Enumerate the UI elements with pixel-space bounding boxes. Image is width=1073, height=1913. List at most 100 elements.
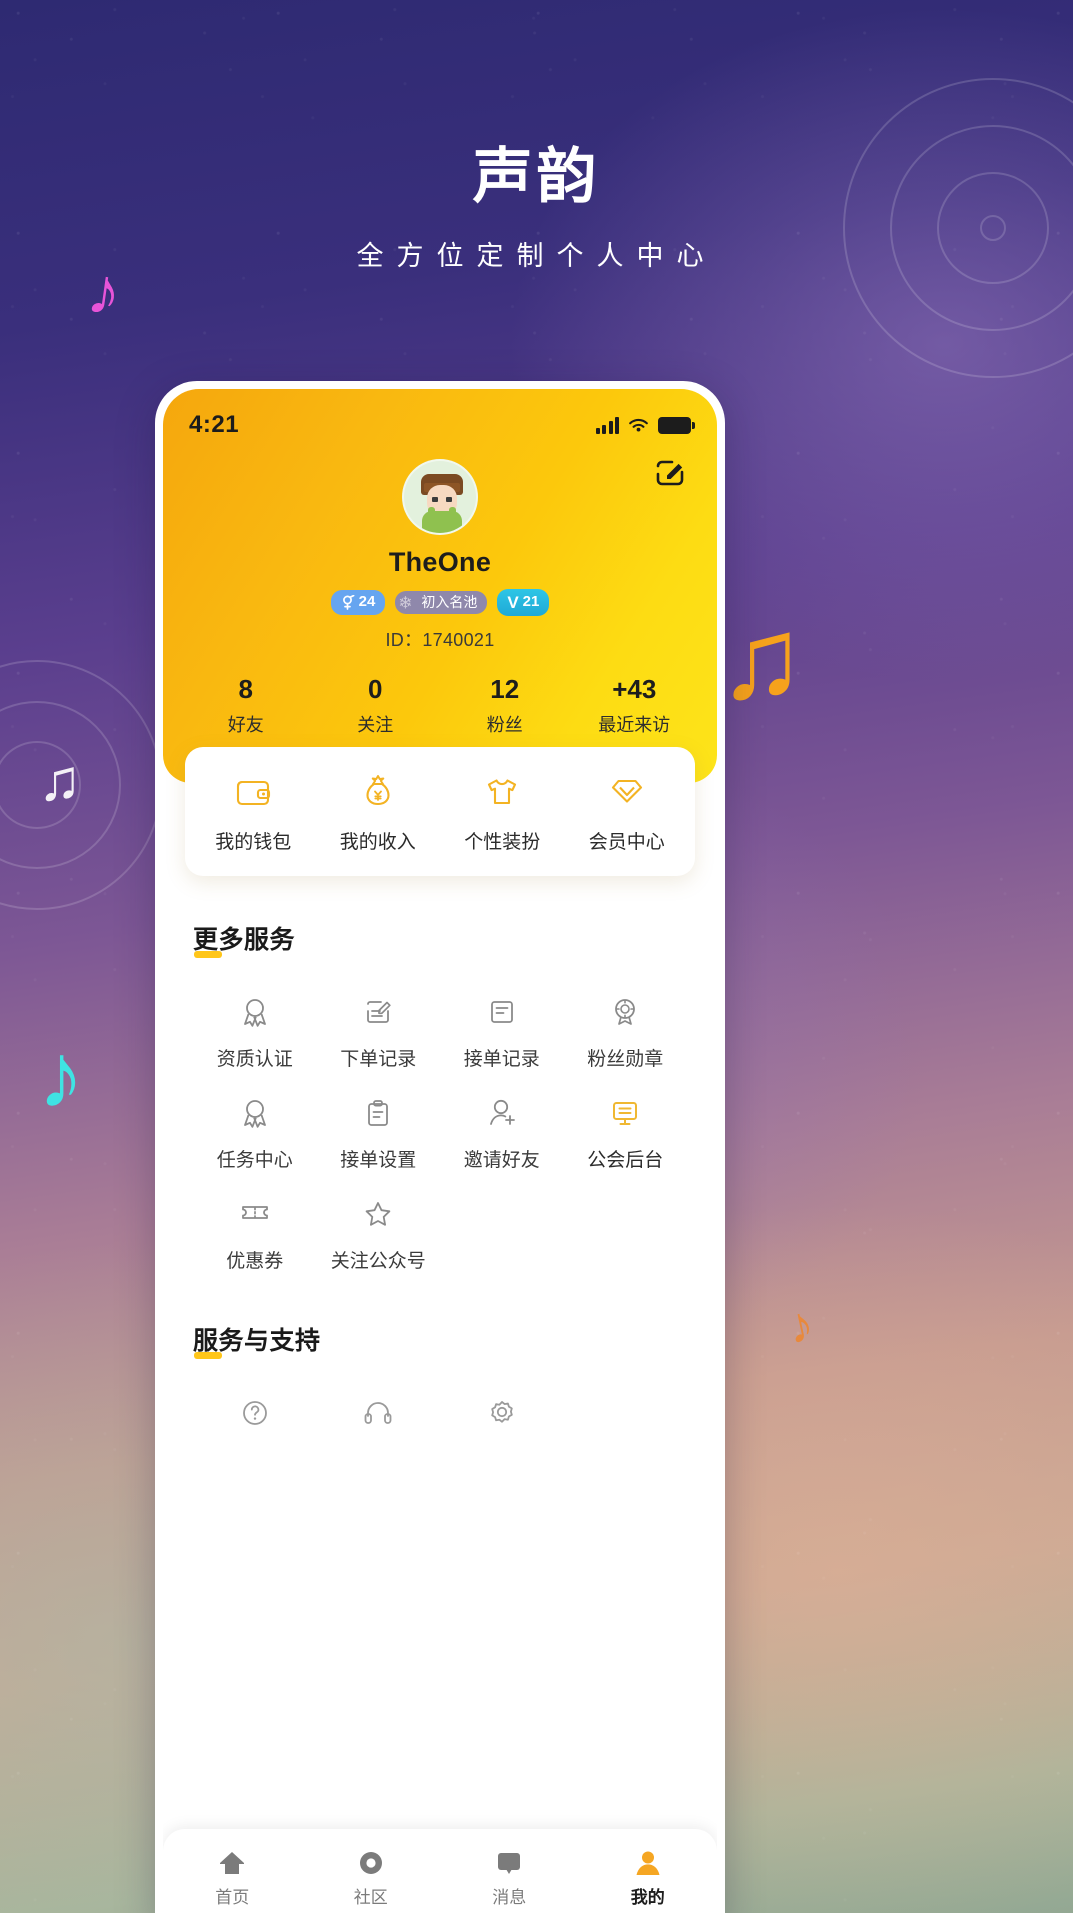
medal-icon [243,999,266,1027]
bottom-navbar: 首页 社区 消息 我的 [163,1829,717,1913]
headset-icon [364,1402,392,1425]
clipboard-icon [368,1100,389,1127]
edit-profile-icon[interactable] [653,455,687,489]
nav-item-label: 社区 [353,1888,388,1907]
avatar-body [422,507,462,533]
service-item-invite-friends[interactable]: 邀请好友 [440,1081,564,1176]
music-note-icon: ♪ [38,1025,84,1127]
support-item-help[interactable] [193,1381,317,1449]
nav-item-label: 消息 [492,1888,527,1907]
quick-action-label: 我的收入 [339,832,416,854]
stat-label: 关注 [357,715,394,736]
stat-fans[interactable]: 12 粉丝 [440,674,570,737]
support-title: 服务与支持 [193,1321,321,1360]
wifi-icon [629,418,648,431]
phone-screen: 4:21 TheOne 24 ❄ 初入名池 V 21 ID：1740021 8 … [163,389,717,1913]
message-icon [498,1853,521,1874]
avatar-eye [446,497,452,502]
title-badge[interactable]: ❄ 初入名池 [395,590,488,615]
service-item-label: 接单记录 [463,1049,540,1071]
quick-action-label: 我的钱包 [215,832,292,854]
title-badge-value: 初入名池 [421,593,478,610]
service-item-label: 接单设置 [340,1150,417,1172]
nav-item-label: 首页 [215,1888,250,1907]
user-id: ID：1740021 [385,630,495,651]
wallet-icon [237,781,271,806]
status-bar-time: 4:21 [189,411,240,438]
nav-item-profile[interactable]: 我的 [579,1848,718,1908]
stat-value: 8 [238,674,253,705]
service-item-label: 关注公众号 [330,1251,426,1273]
service-item-label: 邀请好友 [463,1150,540,1172]
money-bag-icon [366,775,390,806]
nav-item-home[interactable]: 首页 [163,1848,302,1908]
service-item-qualification[interactable]: 资质认证 [193,980,317,1075]
support-grid [193,1381,687,1449]
medal-icon [243,1100,266,1128]
quick-action-wallet[interactable]: 我的钱包 [191,773,316,854]
service-item-order-record[interactable]: 下单记录 [317,980,441,1075]
more-services-section: 更多服务 资质认证 下单记录 接单记录 粉丝勋章 任务中心 接单设置 邀请好友 … [163,876,717,1277]
quick-action-label: 会员中心 [588,832,665,854]
profile-icon [636,1851,660,1875]
username: TheOne [388,547,492,577]
promo-subtitle: 全方位定制个人中心 [356,241,717,271]
stat-following[interactable]: 0 关注 [311,674,441,737]
community-icon [359,1852,382,1874]
quick-action-dressup[interactable]: 个性装扮 [440,773,565,854]
service-item-task-center[interactable]: 任务中心 [193,1081,317,1176]
service-item-label: 下单记录 [340,1049,417,1071]
stat-recent-visitors[interactable]: +43 最近来访 [570,674,700,737]
badge-row: 24 ❄ 初入名池 V 21 [163,589,717,617]
gender-badge-value: 24 [358,593,376,611]
vip-badge-letter: V [507,593,519,612]
avatar-wrap [163,459,717,535]
stat-label: 最近来访 [598,715,671,736]
tshirt-icon [488,779,517,805]
phone-mockup: 4:21 TheOne 24 ❄ 初入名池 V 21 ID：1740021 8 … [155,381,725,1913]
service-item-follow-official[interactable]: 关注公众号 [317,1182,441,1277]
service-item-label: 粉丝勋章 [587,1049,664,1071]
service-item-fan-medal[interactable]: 粉丝勋章 [564,980,688,1075]
status-bar: 4:21 [163,389,717,439]
vip-badge[interactable]: V 21 [497,589,550,617]
stat-label: 粉丝 [486,715,523,736]
promo-title: 声韵 [472,143,601,210]
edit-document-icon [367,1001,391,1024]
vip-badge-value: 21 [522,593,540,611]
more-services-title: 更多服务 [193,920,295,959]
question-circle-icon [242,1401,267,1426]
quick-actions-card: 我的钱包 我的收入 个性装扮 会员中心 [185,747,695,877]
male-gender-icon [342,595,355,610]
service-item-coupon[interactable]: 优惠券 [193,1182,317,1277]
service-item-guild-backend[interactable]: 公会后台 [564,1081,688,1176]
music-note-icon: ♫ [38,748,82,813]
gender-badge[interactable]: 24 [330,590,386,615]
quick-action-label: 个性装扮 [464,832,541,854]
gear-icon [491,1401,513,1423]
service-item-label: 公会后台 [587,1150,664,1172]
add-person-icon [489,1100,515,1126]
nav-item-community[interactable]: 社区 [302,1848,441,1908]
star-icon [365,1202,391,1226]
support-item-service[interactable] [317,1381,441,1449]
diamond-icon [611,780,642,803]
service-item-order-settings[interactable]: 接单设置 [317,1081,441,1176]
service-item-accept-record[interactable]: 接单记录 [440,980,564,1075]
service-item-label: 优惠券 [226,1251,284,1273]
avatar[interactable] [402,459,478,535]
more-services-grid: 资质认证 下单记录 接单记录 粉丝勋章 任务中心 接单设置 邀请好友 公会后台 … [193,980,687,1277]
nav-item-messages[interactable]: 消息 [440,1848,579,1908]
quick-action-income[interactable]: 我的收入 [316,773,441,854]
quick-action-vip-center[interactable]: 会员中心 [565,773,690,854]
fan-medal-icon [615,999,636,1026]
stat-value: 12 [490,674,520,705]
music-note-icon: ♫ [718,593,805,723]
clover-icon: ❄ [398,593,413,612]
profile-header: 4:21 TheOne 24 ❄ 初入名池 V 21 ID：1740021 8 … [163,389,717,784]
ticket-icon [241,1206,268,1220]
status-bar-icons [595,416,695,434]
stat-friends[interactable]: 8 好友 [181,674,311,737]
nav-item-label: 我的 [630,1888,665,1907]
support-item-settings[interactable] [440,1381,564,1449]
